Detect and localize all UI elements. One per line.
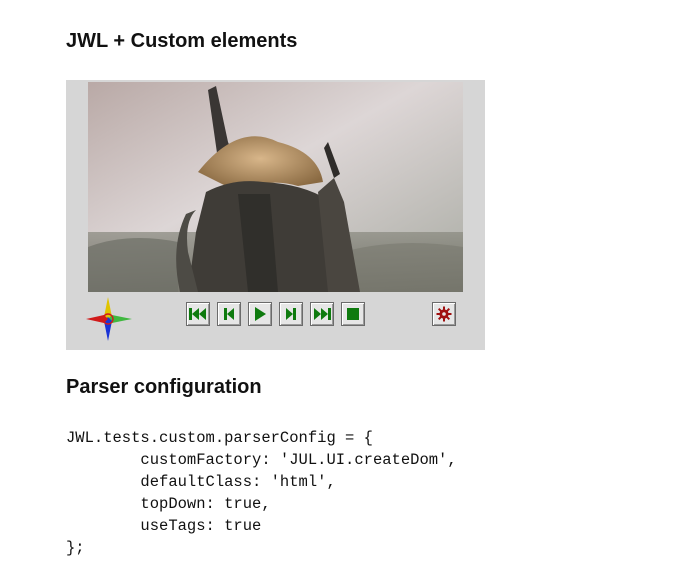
media-player: [66, 80, 485, 350]
step-forward-icon: [286, 308, 296, 320]
stop-icon: [347, 308, 359, 320]
code-block: JWL.tests.custom.parserConfig = { custom…: [66, 427, 457, 559]
code-line: JWL.tests.custom.parserConfig = {: [66, 429, 373, 447]
skip-first-icon: [189, 308, 206, 320]
next-frame-button[interactable]: [279, 302, 303, 326]
gear-icon: [436, 306, 452, 322]
play-icon: [255, 307, 266, 321]
first-frame-button[interactable]: [186, 302, 210, 326]
play-button[interactable]: [248, 302, 272, 326]
code-line: topDown: true,: [66, 495, 271, 513]
skip-last-icon: [314, 308, 331, 320]
settings-button[interactable]: [432, 302, 456, 326]
compass-star-icon: [86, 295, 134, 343]
code-line: useTags: true: [66, 517, 262, 535]
stop-button[interactable]: [341, 302, 365, 326]
section-heading: Parser configuration: [66, 376, 262, 398]
code-line: };: [66, 539, 85, 557]
playback-controls: [186, 302, 365, 328]
code-line: customFactory: 'JUL.UI.createDom',: [66, 451, 457, 469]
page-title: JWL + Custom elements: [66, 30, 298, 52]
step-back-icon: [224, 308, 234, 320]
previous-frame-button[interactable]: [217, 302, 241, 326]
code-line: defaultClass: 'html',: [66, 473, 336, 491]
video-frame[interactable]: [88, 82, 463, 292]
last-frame-button[interactable]: [310, 302, 334, 326]
